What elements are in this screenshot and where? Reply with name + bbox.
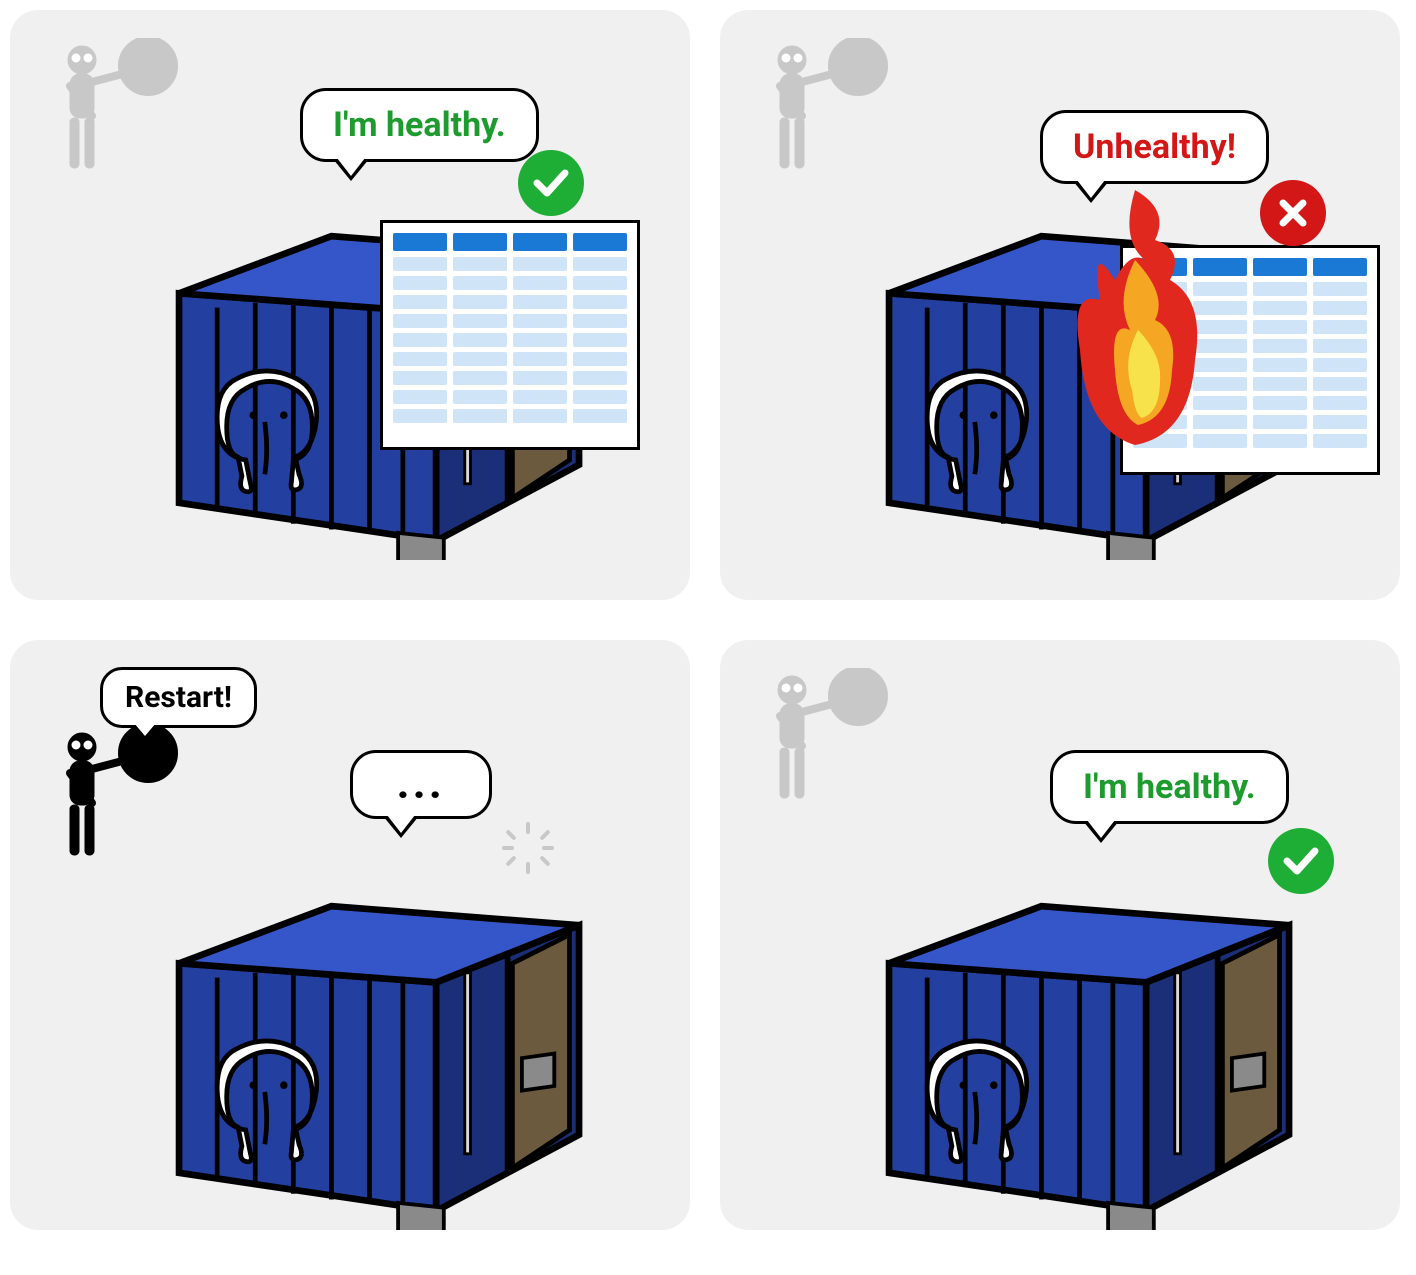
container-speech-bubble: I'm healthy.: [1050, 750, 1289, 824]
cross-icon: [1273, 193, 1313, 233]
container-speech-bubble: Unhealthy!: [1040, 110, 1269, 184]
panel-3-restart: Restart! ...: [10, 640, 690, 1230]
inspector-icon: [750, 668, 910, 828]
container-speech-text: Unhealthy!: [1073, 127, 1236, 167]
fire-icon: [1060, 190, 1210, 450]
loading-spinner-icon: [500, 820, 556, 876]
status-badge-ok: [518, 150, 584, 216]
container-speech-text: ...: [397, 761, 445, 808]
container-speech-text: I'm healthy.: [333, 105, 506, 145]
shipping-container-postgres-icon: [810, 830, 1330, 1230]
panel-1-healthy: I'm healthy.: [10, 10, 690, 600]
panel-4-healthy-again: I'm healthy.: [720, 640, 1400, 1230]
container-speech-bubble: I'm healthy.: [300, 88, 539, 162]
diagram-canvas: I'm healthy.: [0, 0, 1416, 1275]
status-badge-err: [1260, 180, 1326, 246]
shipping-container-postgres-icon: [100, 830, 620, 1230]
status-badge-ok: [1268, 828, 1334, 894]
inspector-speech-text: Restart!: [125, 680, 232, 715]
container-speech-text: I'm healthy.: [1083, 767, 1256, 807]
checkmark-icon: [531, 163, 571, 203]
database-table-icon: [380, 220, 640, 450]
container-speech-bubble: ...: [350, 750, 492, 819]
checkmark-icon: [1281, 841, 1321, 881]
panel-2-unhealthy: Unhealthy!: [720, 10, 1400, 600]
inspector-speech-bubble: Restart!: [100, 667, 257, 728]
